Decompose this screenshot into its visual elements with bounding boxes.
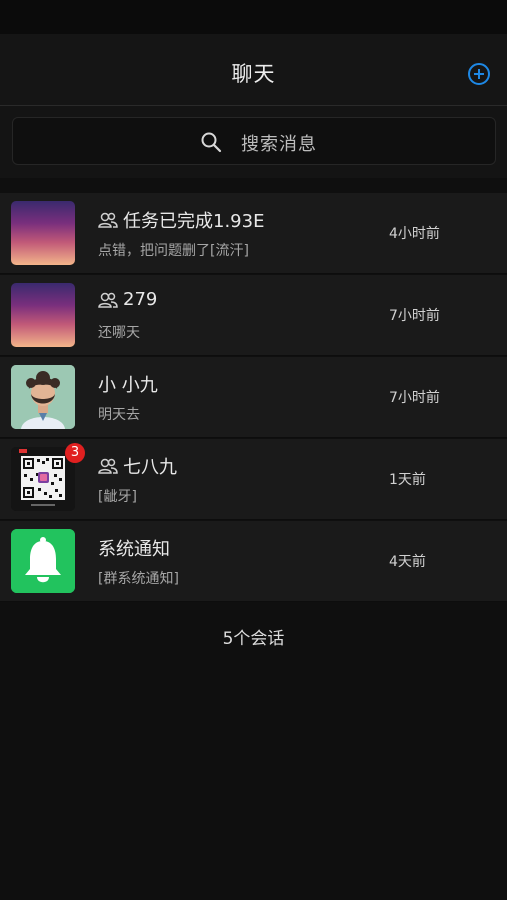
chat-name: 小 小九: [98, 371, 158, 397]
chat-time: 4小时前: [389, 226, 440, 242]
chat-list: 任务已完成1.93E 点错，把问题删了[流汗] 4小时前 279 还哪天 7小时…: [0, 193, 507, 602]
chat-name-text: 任务已完成1.93E: [123, 211, 265, 232]
chat-preview: 还哪天: [98, 325, 140, 341]
unread-badge: 3: [65, 443, 85, 463]
chat-time: 4天前: [389, 554, 426, 570]
page-title: 聊天: [231, 62, 276, 86]
chat-row[interactable]: 279 还哪天 7小时前: [0, 275, 507, 356]
add-icon[interactable]: [467, 62, 491, 86]
search-bar: 搜索消息: [0, 106, 507, 178]
search-icon: [201, 132, 222, 153]
chat-name-text: 小 小九: [98, 375, 158, 396]
chat-name: 279: [98, 289, 157, 310]
chat-avatar: [11, 201, 75, 265]
chat-preview: 点错，把问题删了[流汗]: [98, 243, 249, 259]
header: 聊天: [0, 34, 507, 106]
chat-time: 7小时前: [389, 308, 440, 324]
chat-time: 1天前: [389, 472, 426, 488]
status-bar: [0, 0, 507, 34]
chat-name-text: 七八九: [123, 457, 177, 478]
chat-preview: [龇牙]: [98, 489, 137, 505]
chat-row[interactable]: 小 小九 明天去 7小时前: [0, 357, 507, 438]
chat-row[interactable]: 3 七八九 [龇牙] 1天前: [0, 439, 507, 520]
search-input[interactable]: 搜索消息: [12, 117, 496, 165]
conversation-count: 5个会话: [222, 629, 285, 649]
chat-name: 七八九: [98, 453, 177, 479]
bell-icon: [11, 529, 75, 593]
group-icon: [98, 292, 118, 308]
chat-avatar: [11, 283, 75, 347]
chat-name: 任务已完成1.93E: [98, 207, 264, 233]
chat-row[interactable]: 系统通知 [群系统通知] 4天前: [0, 521, 507, 602]
chat-preview: 明天去: [98, 407, 140, 423]
group-icon: [98, 458, 118, 474]
chat-time: 7小时前: [389, 390, 440, 406]
chat-name-text: 279: [123, 289, 158, 310]
search-placeholder: 搜索消息: [241, 134, 317, 155]
person-icon: [11, 365, 75, 429]
chat-row[interactable]: 任务已完成1.93E 点错，把问题删了[流汗] 4小时前: [0, 193, 507, 274]
group-icon: [98, 212, 118, 228]
chat-preview: [群系统通知]: [98, 571, 179, 587]
person-avatar: [11, 365, 75, 429]
chat-name: 系统通知: [98, 535, 170, 561]
chat-name-text: 系统通知: [98, 539, 170, 560]
system-notification-avatar: [11, 529, 75, 593]
